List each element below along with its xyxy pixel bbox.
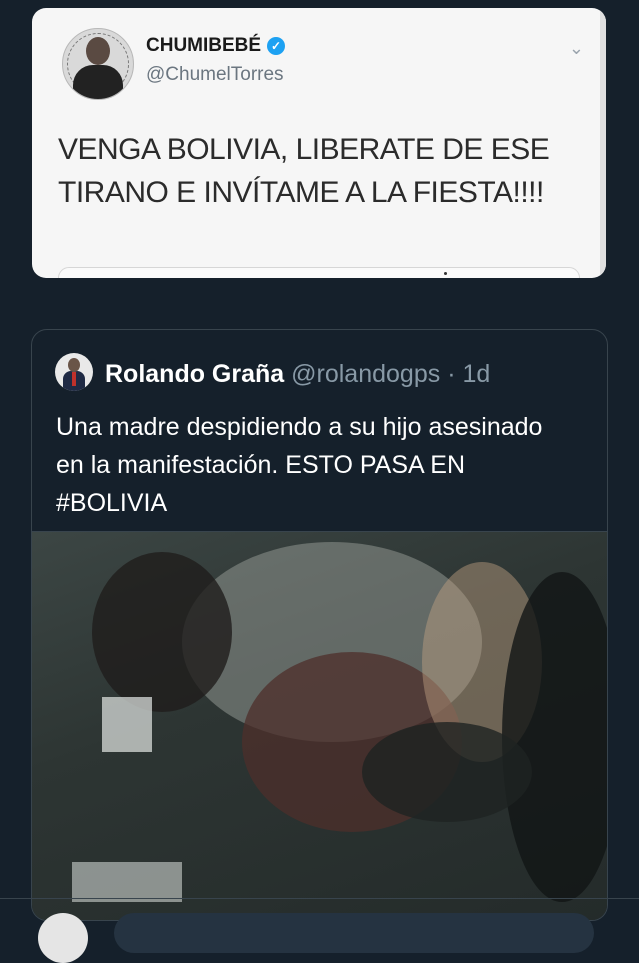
avatar-tie — [72, 372, 76, 386]
video-thumbnail[interactable] — [32, 531, 607, 920]
avatar[interactable] — [55, 353, 93, 391]
handle[interactable]: @rolandogps — [291, 360, 440, 388]
reply-box — [58, 267, 580, 278]
avatar — [62, 28, 134, 100]
tweet-header: Rolando Graña @rolandogps · 1d — [105, 360, 490, 389]
tweet-text: Una madre despidiendo a su hijo asesinad… — [56, 413, 543, 517]
paper-shape — [102, 697, 152, 752]
display-name[interactable]: Rolando Graña — [105, 360, 284, 388]
reply-input[interactable] — [114, 913, 594, 953]
avatar-head — [86, 37, 110, 65]
separator: · — [447, 360, 456, 388]
avatar[interactable] — [38, 913, 88, 963]
embedded-tweet-screenshot: CHUMIBEBÉ ✓ @ChumelTorres ⌄ VENGA BOLIVI… — [32, 8, 606, 278]
timestamp[interactable]: 1d — [462, 360, 490, 388]
display-name: CHUMIBEBÉ — [146, 35, 262, 56]
handle: @ChumelTorres — [146, 64, 284, 85]
quoted-tweet[interactable]: Rolando Graña @rolandogps · 1d Una madre… — [31, 329, 608, 921]
chevron-down-icon: ⌄ — [568, 38, 584, 58]
scrollbar — [600, 8, 606, 278]
scene-shape — [92, 552, 232, 712]
paper-shape — [72, 862, 182, 902]
avatar-head — [68, 358, 80, 372]
verified-badge-icon: ✓ — [267, 37, 286, 55]
avatar-body — [73, 65, 123, 99]
display-name-row: CHUMIBEBÉ ✓ — [146, 35, 286, 57]
divider — [0, 898, 639, 899]
scene-shape — [362, 722, 532, 822]
dot — [444, 272, 447, 275]
tweet-text: VENGA BOLIVIA, LIBERATE DE ESE TIRANO E … — [58, 133, 550, 209]
